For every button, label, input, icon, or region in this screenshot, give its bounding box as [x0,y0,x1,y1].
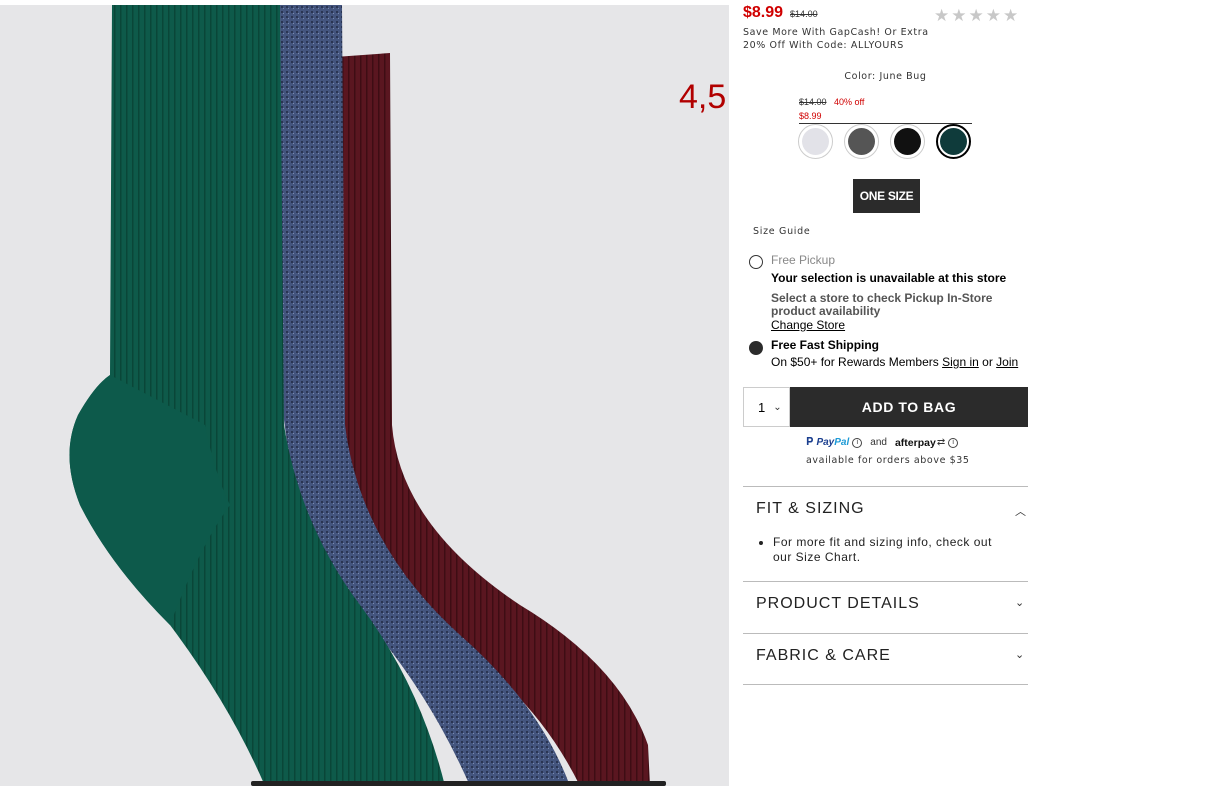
chevron-down-icon: ⌄ [773,401,782,413]
star-icon: ★ [934,6,950,25]
star-icon: ★ [951,6,967,25]
fit-sizing-header[interactable]: FIT & SIZING [756,500,865,518]
swatch-light-gray[interactable] [798,124,833,159]
quantity-value: 1 [758,399,766,415]
color-swatches [798,124,971,159]
pickup-title: Free Pickup [771,253,836,267]
paypal-pal: Pal [834,437,850,448]
afterpay-arrow-icon: ⇄ [936,437,946,448]
chevron-up-icon[interactable]: ︿ [1015,503,1026,519]
star-icon: ★ [985,6,1001,25]
info-icon[interactable]: i [852,437,863,448]
swatch-discount: 40% off [833,97,865,107]
fit-sizing-content: For more fit and sizing info, check outo… [760,535,1010,565]
product-page: 4,5 $8.99 $14.00 ★ ★ ★ ★ ★ Save More Wit… [0,0,1207,786]
product-image[interactable] [0,5,729,786]
price-row: $8.99 $14.00 [743,4,818,22]
promo-line-2: 20% Off With Code: ALLYOURS [743,40,904,51]
chevron-down-icon[interactable]: ⌄ [1015,648,1024,661]
rating-overlay: 4,5 [679,78,727,116]
image-scrollbar[interactable] [251,781,666,786]
swatch-june-bug[interactable] [936,124,971,159]
swatch-price: $14.00 40% off $8.99 [799,92,972,124]
afterpay-logo: afterpay [894,436,936,449]
divider [743,633,1028,634]
swatch-fill [940,128,967,155]
swatch-original-price: $14.00 [799,97,827,107]
paypal-icon: 𝐏 [806,436,814,448]
and-text: and [870,437,887,448]
chevron-down-icon[interactable]: ⌄ [1015,596,1024,609]
size-one-size-button[interactable]: ONE SIZE [853,179,920,213]
info-icon[interactable]: i [948,437,959,448]
product-details-header[interactable]: PRODUCT DETAILS [756,595,920,613]
join-link[interactable]: Join [996,355,1018,369]
swatch-black[interactable] [890,124,925,159]
payment-note: available for orders above $35 [806,455,970,466]
swatch-charcoal[interactable] [844,124,879,159]
shipping-prefix: On $50+ for Rewards Members [771,355,939,369]
pickup-radio[interactable] [749,255,763,269]
promo-line-1: Save More With GapCash! Or Extra [743,27,929,38]
star-icon: ★ [1003,6,1019,25]
shipping-title: Free Fast Shipping [771,338,880,352]
fabric-care-header[interactable]: FABRIC & CARE [756,647,891,665]
divider [743,684,1028,685]
paypal-logo: PayPal [816,437,849,448]
swatch-fill [848,128,875,155]
pickup-hint-1: Select a store to check Pickup In-Store [771,291,993,305]
swatch-fill [802,128,829,155]
color-label: Color: June Bug [844,71,927,82]
shipping-info: On $50+ for Rewards Members Sign in or J… [771,355,1018,369]
socks-illustration [69,5,650,786]
change-store-link[interactable]: Change Store [771,318,845,332]
size-guide-link[interactable]: Size Guide [753,226,810,237]
pickup-unavailable: Your selection is unavailable at this st… [771,271,1007,285]
star-icon: ★ [968,6,984,25]
fit-sizing-bullet: For more fit and sizing info, check outo… [773,535,1010,565]
sale-price: $8.99 [743,4,784,21]
original-price: $14.00 [790,9,818,19]
paypal-pay: Pay [816,437,835,448]
payment-options: 𝐏 PayPal i and afterpay ⇄ i [806,436,959,449]
or-text: or [982,355,993,369]
swatch-sale-price: $8.99 [799,111,822,121]
rating-stars[interactable]: ★ ★ ★ ★ ★ [934,7,1018,25]
shipping-radio[interactable] [749,341,763,355]
pickup-hint-2: product availability [771,304,881,318]
divider [743,486,1028,487]
divider [743,581,1028,582]
swatch-fill [894,128,921,155]
sign-in-link[interactable]: Sign in [942,355,979,369]
promo-text: Save More With GapCash! Or Extra 20% Off… [743,26,943,52]
quantity-select[interactable]: 1 ⌄ [743,387,790,427]
add-to-bag-button[interactable]: ADD TO BAG [790,387,1028,427]
